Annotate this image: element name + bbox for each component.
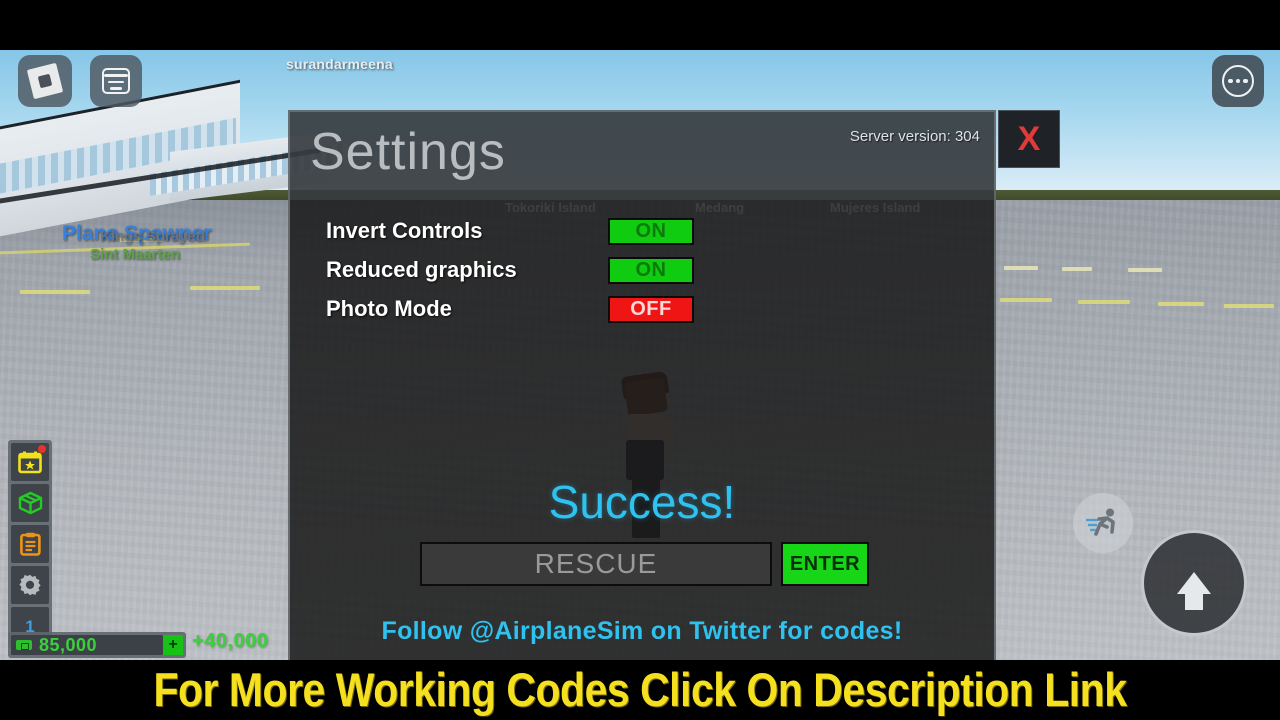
clipboard-icon [19, 532, 41, 556]
runway-marking [1224, 304, 1274, 308]
notification-badge [38, 445, 46, 453]
game-sidebar: 1 [8, 440, 52, 648]
settings-panel: Tokoriki Island Medang Mujeres Island Se… [288, 110, 996, 662]
runway-marking [20, 290, 90, 294]
calendar-star-icon [18, 451, 42, 473]
more-options-button[interactable] [1212, 55, 1264, 107]
runway-marking [1078, 300, 1130, 304]
runway-marking [1158, 302, 1204, 306]
player-username: surandarmeena [286, 56, 393, 72]
money-gain-popup: +40,000 [192, 630, 269, 652]
runway-marking [1000, 298, 1052, 302]
game-screenshot: Plane Spawner Kings Sprayed Sint Maarten… [0, 0, 1280, 720]
sidebar-item-crates[interactable] [11, 484, 49, 522]
code-redeem-row: RESCUE ENTER [420, 542, 869, 586]
page-title: Settings [310, 123, 506, 181]
gear-icon [19, 574, 41, 596]
bleed-label-right: Mujeres Island [830, 200, 921, 215]
video-caption: For More Working Codes Click On Descript… [153, 662, 1127, 716]
code-status-message: Success! [548, 476, 736, 528]
running-man-icon [1086, 508, 1115, 536]
money-bar: 85,000 + [8, 632, 186, 658]
chat-icon [102, 68, 130, 94]
toggle-photo-mode[interactable]: OFF [608, 295, 694, 323]
toggle-invert-controls[interactable]: ON [608, 217, 694, 245]
sidebar-item-settings[interactable] [11, 566, 49, 604]
jump-button[interactable] [1141, 530, 1247, 636]
bleed-label-mid: Medang [695, 200, 745, 215]
package-icon [18, 491, 42, 515]
twitter-promo-text: Follow @AirplaneSim on Twitter for codes… [381, 617, 903, 645]
letterbox-bottom: For More Working Codes Click On Descript… [0, 660, 1280, 720]
runway-marking [190, 286, 260, 290]
money-amount: 85,000 [39, 634, 98, 655]
cash-icon [16, 640, 32, 650]
toggle-reduced-graphics[interactable]: ON [608, 256, 694, 284]
roblox-logo-icon [26, 62, 64, 100]
code-input[interactable]: RESCUE [420, 542, 772, 586]
ellipsis-icon [1222, 65, 1254, 97]
money-display: 85,000 [11, 635, 163, 655]
close-button[interactable]: X [998, 110, 1060, 168]
runway-marking [1128, 268, 1162, 272]
sidebar-item-quests[interactable] [11, 525, 49, 563]
setting-label: Photo Mode [326, 296, 452, 321]
server-version-label: Server version: 304 [849, 128, 980, 145]
setting-row-invert-controls: Invert Controls ON [326, 212, 966, 250]
letterbox-top [0, 0, 1280, 50]
setting-label: Invert Controls [326, 218, 483, 243]
runway-marking [1062, 267, 1092, 271]
add-money-button[interactable]: + [163, 635, 183, 655]
world-label-kings-sprayed: Kings Sprayed [100, 228, 206, 245]
setting-row-photo-mode: Photo Mode OFF [326, 290, 966, 328]
setting-row-reduced-graphics: Reduced graphics ON [326, 251, 966, 289]
sprint-button[interactable] [1073, 493, 1133, 553]
sidebar-item-daily-rewards[interactable] [11, 443, 49, 481]
up-arrow-icon [1177, 572, 1211, 610]
setting-label: Reduced graphics [326, 257, 517, 282]
world-label-sint-maarten: Sint Maarten [90, 246, 181, 263]
runway-marking [1004, 266, 1038, 270]
chat-button[interactable] [90, 55, 142, 107]
settings-row-list: Invert Controls ON Reduced graphics ON P… [326, 212, 966, 329]
bleed-label-left: Tokoriki Island [505, 200, 596, 215]
enter-code-button[interactable]: ENTER [781, 542, 869, 586]
roblox-menu-button[interactable] [18, 55, 72, 107]
